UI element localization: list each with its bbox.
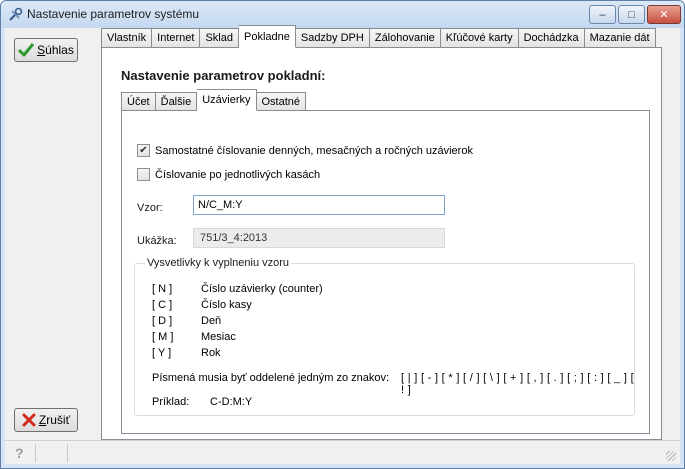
agree-button[interactable]: Súhlas: [14, 38, 78, 62]
tab-pokladne[interactable]: Pokladne: [238, 25, 296, 48]
resize-grip-icon[interactable]: [666, 451, 676, 461]
legend-groupbox: Vysvetlivky k vyplneniu vzoru [ N ] Čísl…: [134, 257, 635, 416]
tab-internet[interactable]: Internet: [152, 28, 201, 48]
tab-mazanie-dat[interactable]: Mazanie dát: [584, 28, 656, 48]
tab-sklad[interactable]: Sklad: [200, 28, 239, 48]
legend-desc: Mesiac: [201, 331, 236, 343]
separator-text: Písmená musia byť oddelené jedným zo zna…: [152, 372, 390, 384]
tab-ucet[interactable]: Účet: [121, 92, 156, 111]
legend-desc: Číslo kasy: [201, 299, 252, 311]
list-item: [ M ] Mesiac: [152, 329, 323, 345]
client-area: Súhlas Zrušiť Vlastník Internet Sklad Po…: [5, 25, 680, 440]
list-item: [ Y ] Rok: [152, 345, 323, 361]
separate-numbering-option[interactable]: ✔ Samostatné číslovanie denných, mesačný…: [137, 144, 473, 157]
maximize-button[interactable]: □: [618, 5, 645, 24]
tab-dochadzka[interactable]: Dochádzka: [518, 28, 585, 48]
status-bar: ?: [5, 440, 680, 464]
panel-heading: Nastavenie parametrov pokladní:: [121, 68, 326, 83]
legend-key: [ M ]: [152, 331, 174, 343]
legend-key: [ N ]: [152, 283, 173, 295]
ukazka-label: Ukážka:: [137, 235, 177, 247]
tab-dalsie[interactable]: Ďalšie: [155, 92, 198, 111]
example-value: C-D:M:Y: [210, 396, 253, 408]
legend-key: [ C ]: [152, 299, 173, 311]
legend-key: [ D ]: [152, 315, 173, 327]
separate-numbering-checkbox[interactable]: ✔: [137, 144, 150, 157]
title-bar[interactable]: Nastavenie parametrov systému – □ ✕: [1, 1, 684, 28]
cancel-button-label: Zrušiť: [38, 413, 71, 427]
vzor-label: Vzor:: [137, 202, 163, 214]
tools-icon: [9, 7, 23, 21]
per-register-checkbox[interactable]: [137, 168, 150, 181]
list-item: [ N ] Číslo uzávierky (counter): [152, 281, 323, 297]
minimize-button[interactable]: –: [589, 5, 616, 24]
x-icon: [22, 413, 36, 427]
legend-desc: Číslo uzávierky (counter): [201, 283, 323, 295]
sub-tabs: Účet Ďalšie Uzávierky Ostatné: [121, 89, 307, 111]
cancel-button[interactable]: Zrušiť: [14, 408, 78, 432]
example-label: Príklad:: [152, 396, 190, 408]
status-cell: [35, 444, 65, 462]
separate-numbering-label: Samostatné číslovanie denných, mesačných…: [155, 144, 473, 157]
tab-zalohovanie[interactable]: Zálohovanie: [369, 28, 441, 48]
window-title: Nastavenie parametrov systému: [27, 7, 200, 21]
tab-uzavierky[interactable]: Uzávierky: [197, 89, 257, 111]
tab-klucove-karty[interactable]: Kľúčové karty: [440, 28, 519, 48]
pokladne-panel: Nastavenie parametrov pokladní: Účet Ďal…: [101, 47, 662, 440]
separator-chars: [ | ] [ - ] [ * ] [ / ] [ \ ] [ + ] [ , …: [401, 372, 634, 396]
tab-vlastnik[interactable]: Vlastník: [101, 28, 153, 48]
list-item: [ D ] Deň: [152, 313, 323, 329]
agree-button-label: Súhlas: [37, 43, 74, 57]
settings-window: Nastavenie parametrov systému – □ ✕ Súhl…: [0, 0, 685, 469]
main-tabs: Vlastník Internet Sklad Pokladne Sadzby …: [101, 25, 656, 48]
legend-title: Vysvetlivky k vyplneniu vzoru: [145, 257, 292, 269]
uzavierky-panel: ✔ Samostatné číslovanie denných, mesačný…: [121, 110, 650, 434]
legend-desc: Rok: [201, 347, 221, 359]
legend-list: [ N ] Číslo uzávierky (counter) [ C ] Čí…: [152, 281, 323, 361]
close-button[interactable]: ✕: [647, 5, 681, 24]
per-register-option[interactable]: Číslovanie po jednotlivých kasách: [137, 168, 320, 181]
tab-ostatne[interactable]: Ostatné: [256, 92, 307, 111]
checkmark-icon: [18, 43, 35, 57]
ukazka-field: 751/3_4:2013: [193, 228, 445, 248]
help-icon[interactable]: ?: [15, 445, 31, 461]
vzor-input[interactable]: [193, 195, 445, 215]
legend-key: [ Y ]: [152, 347, 172, 359]
tab-sadzby-dph[interactable]: Sadzby DPH: [295, 28, 370, 48]
status-cell: [67, 444, 97, 462]
list-item: [ C ] Číslo kasy: [152, 297, 323, 313]
per-register-label: Číslovanie po jednotlivých kasách: [155, 168, 321, 181]
legend-desc: Deň: [201, 315, 222, 327]
